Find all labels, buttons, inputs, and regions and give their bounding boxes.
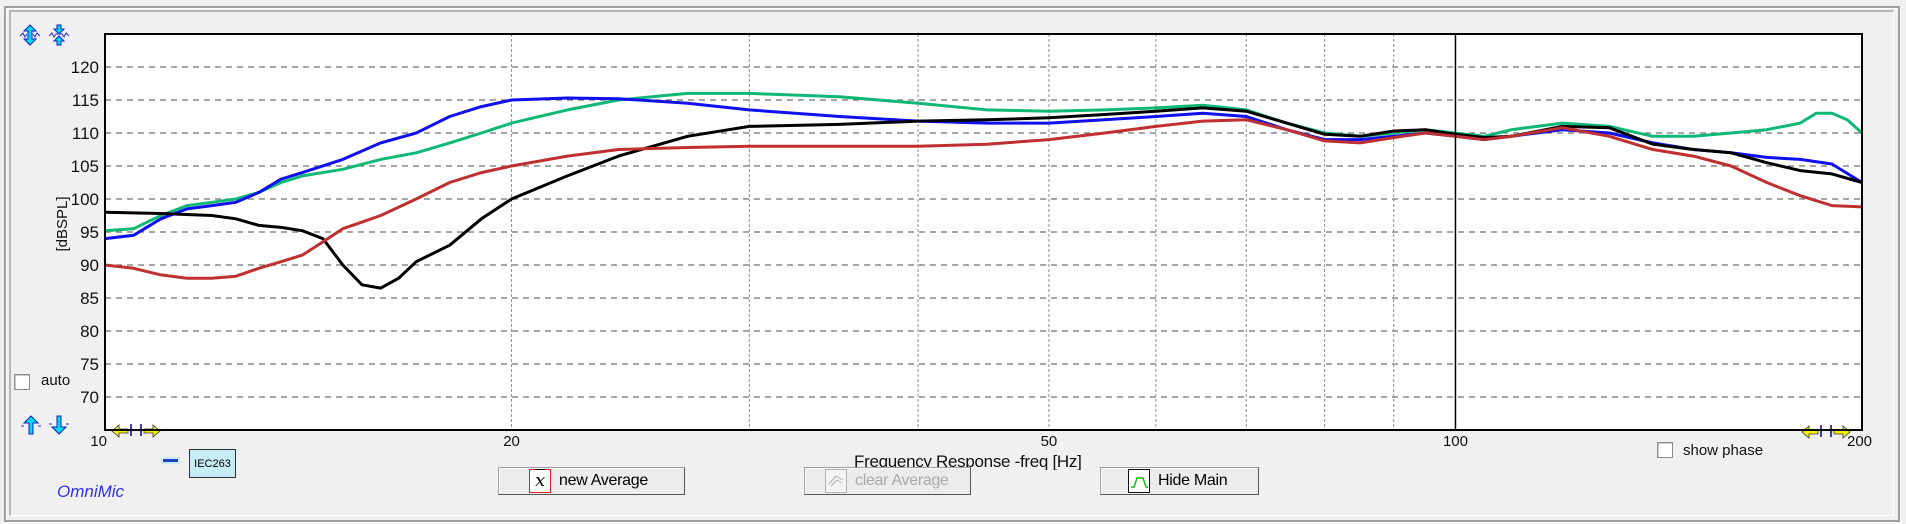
expand-vertical-button[interactable] bbox=[19, 24, 41, 46]
auto-checkbox[interactable] bbox=[14, 374, 30, 390]
frequency-response-chart: 70 75 80 85 90 95 100 105 110 115 120 10 20 50 100 200… bbox=[54, 33, 1872, 450]
y-tick-label: 80 bbox=[80, 322, 99, 341]
mic-calibration-tag[interactable]: IEC263 bbox=[189, 449, 236, 478]
legend-line-swatch bbox=[163, 459, 178, 462]
auto-label: auto bbox=[41, 372, 71, 389]
show-phase-label: show phase bbox=[1683, 442, 1764, 459]
new-average-button[interactable]: x new Average bbox=[498, 467, 685, 495]
show-phase-checkbox[interactable] bbox=[1657, 442, 1673, 458]
clear-average-label: clear Average bbox=[855, 472, 949, 489]
y-tick-label: 90 bbox=[80, 256, 99, 275]
y-tick-label: 115 bbox=[72, 91, 99, 110]
y-tick-label: 95 bbox=[80, 223, 99, 242]
x-tick-label: 200 bbox=[1847, 433, 1872, 450]
y-tick-label: 100 bbox=[71, 190, 99, 209]
brand-label: OmniMic bbox=[57, 482, 125, 501]
hide-main-label: Hide Main bbox=[1158, 472, 1228, 489]
hide-main-button[interactable]: Hide Main bbox=[1100, 467, 1259, 495]
compress-vertical-icon bbox=[48, 24, 70, 46]
y-tick-labels: 70 75 80 85 90 95 100 105 110 115 120 bbox=[71, 58, 99, 407]
x-tick-label: 100 bbox=[1443, 433, 1468, 450]
y-tick-label: 120 bbox=[71, 58, 99, 77]
y-tick-label: 105 bbox=[71, 157, 99, 176]
plot-area bbox=[104, 33, 1863, 431]
scroll-down-button[interactable] bbox=[48, 414, 70, 436]
scroll-up-icon bbox=[21, 415, 41, 435]
clear-average-button[interactable]: clear Average bbox=[804, 467, 971, 495]
compress-vertical-button[interactable] bbox=[48, 24, 70, 46]
x-tick-label: 50 bbox=[1041, 433, 1058, 450]
y-tick-label: 110 bbox=[72, 124, 99, 143]
scroll-down-icon bbox=[49, 415, 69, 435]
clear-average-icon bbox=[825, 469, 847, 493]
y-tick-label: 70 bbox=[80, 388, 99, 407]
x-tick-label: 20 bbox=[503, 433, 520, 450]
scroll-up-button[interactable] bbox=[20, 414, 42, 436]
x-tick-labels: 10 20 50 100 200 bbox=[90, 433, 1872, 450]
y-axis-label: [dBSPL] bbox=[54, 196, 71, 251]
main-curve-icon bbox=[1128, 469, 1150, 493]
y-tick-label: 85 bbox=[80, 289, 99, 308]
new-average-label: new Average bbox=[559, 472, 648, 489]
expand-vertical-icon bbox=[19, 24, 41, 46]
y-tick-label: 75 bbox=[80, 355, 99, 374]
x-bar-average-icon: x bbox=[529, 469, 551, 493]
x-tick-label: 10 bbox=[90, 433, 107, 450]
